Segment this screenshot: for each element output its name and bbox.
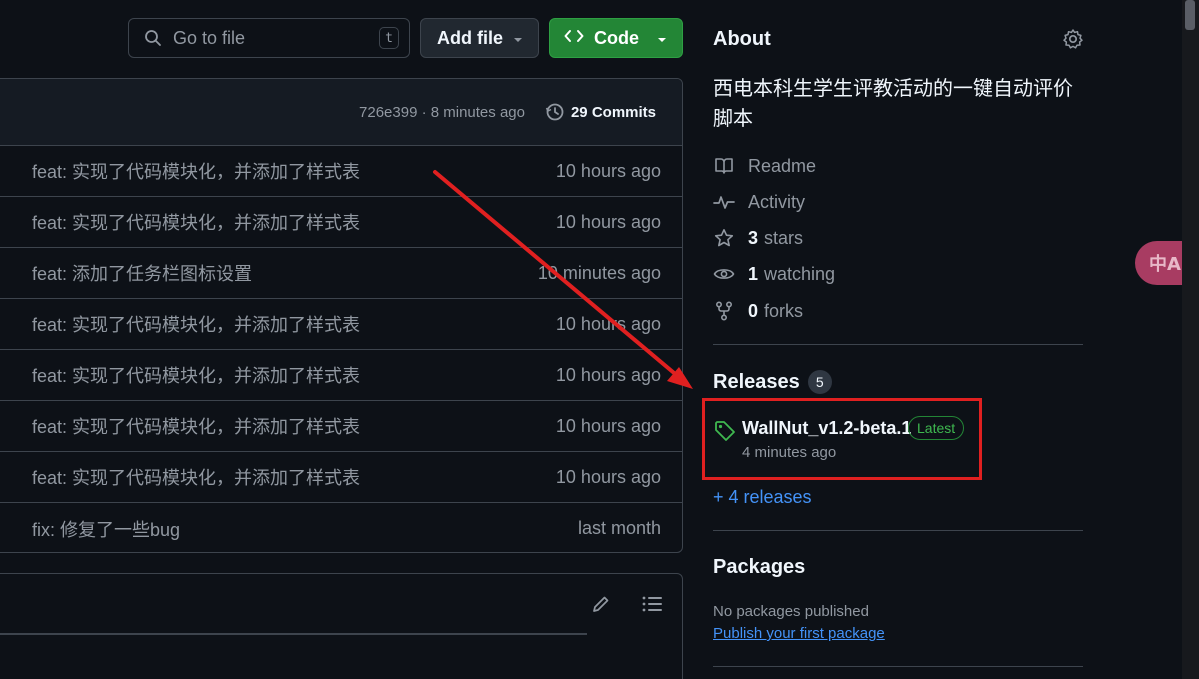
latest-release-time: 4 minutes ago xyxy=(742,444,837,461)
stars-label: stars xyxy=(764,227,804,248)
publish-package-link[interactable]: Publish your first package xyxy=(713,625,885,642)
search-shortcut-key: t xyxy=(379,27,399,49)
code-button[interactable]: Code xyxy=(549,18,683,58)
fork-icon xyxy=(713,300,735,322)
chevron-down-icon xyxy=(512,28,524,49)
packages-heading[interactable]: Packages xyxy=(713,556,805,579)
commit-time: 10 hours ago xyxy=(555,364,661,385)
commits-label: 29 Commits xyxy=(570,103,656,121)
commit-message-link[interactable]: feat: 实现了代码模块化，并添加了样式表 xyxy=(32,311,556,337)
file-row[interactable]: feat: 添加了任务栏图标设置 10 minutes ago xyxy=(0,248,682,299)
pencil-icon[interactable] xyxy=(591,594,611,619)
code-label: Code xyxy=(594,27,639,48)
commits-link[interactable]: 29 Commits xyxy=(545,102,656,122)
latest-commit-hash[interactable]: 726e399 · 8 minutes ago xyxy=(359,104,525,121)
gear-icon[interactable] xyxy=(1062,28,1084,55)
eye-icon xyxy=(713,263,735,285)
latest-release-link[interactable]: WallNut_v1.2-beta.1 xyxy=(742,418,911,439)
commit-message-link[interactable]: fix: 修复了一些bug xyxy=(32,516,578,542)
repo-description: 西电本科生学生评教活动的一键自动评价脚本 xyxy=(713,78,1073,130)
commit-time: 10 hours ago xyxy=(555,160,661,181)
commit-time: 10 hours ago xyxy=(555,211,661,232)
file-row[interactable]: feat: 实现了代码模块化，并添加了样式表 10 hours ago xyxy=(0,452,682,503)
commit-message-link[interactable]: feat: 实现了代码模块化，并添加了样式表 xyxy=(32,413,556,439)
table-of-contents-icon[interactable] xyxy=(641,594,663,619)
watching-label: watching xyxy=(764,263,836,284)
commit-message-link[interactable]: feat: 实现了代码模块化，并添加了样式表 xyxy=(32,158,556,184)
file-row[interactable]: feat: 实现了代码模块化，并添加了样式表 10 hours ago xyxy=(0,299,682,350)
commit-message-link[interactable]: feat: 实现了代码模块化，并添加了样式表 xyxy=(32,464,556,490)
go-to-file-search[interactable]: Go to file t xyxy=(128,18,410,58)
tag-icon xyxy=(714,420,736,447)
file-row[interactable]: feat: 实现了代码模块化，并添加了样式表 10 hours ago xyxy=(0,401,682,452)
code-icon xyxy=(564,28,584,49)
releases-title: Releases xyxy=(713,370,800,393)
readme-link[interactable]: Readme xyxy=(713,155,816,177)
forks-label: forks xyxy=(764,300,804,321)
commit-message-link[interactable]: feat: 实现了代码模块化，并添加了样式表 xyxy=(32,209,556,235)
scrollbar-track[interactable] xyxy=(1182,0,1199,679)
more-releases-link[interactable]: + 4 releases xyxy=(713,487,812,508)
book-icon xyxy=(713,155,735,177)
packages-empty-text: No packages published xyxy=(713,603,869,620)
add-file-label: Add file xyxy=(437,27,503,48)
releases-count-badge: 5 xyxy=(807,370,832,394)
file-list: 726e399 · 8 minutes ago 29 Commits feat:… xyxy=(0,78,683,553)
readme-panel xyxy=(0,573,683,679)
activity-link[interactable]: Activity xyxy=(713,191,805,213)
watching-link[interactable]: 1 watching xyxy=(713,263,835,285)
latest-badge: Latest xyxy=(908,416,965,440)
commit-time: 10 hours ago xyxy=(555,415,661,436)
history-icon xyxy=(545,103,564,121)
stars-count: 3 xyxy=(748,227,759,248)
stars-link[interactable]: 3 stars xyxy=(713,227,803,249)
commit-time: last month xyxy=(577,518,661,538)
latest-commit-bar: 726e399 · 8 minutes ago 29 Commits xyxy=(0,79,682,146)
add-file-button[interactable]: Add file xyxy=(420,18,539,58)
watching-count: 1 xyxy=(748,263,759,284)
readme-tab-underline xyxy=(0,633,587,635)
file-row[interactable]: feat: 实现了代码模块化，并添加了样式表 10 hours ago xyxy=(0,197,682,248)
commit-message-link[interactable]: feat: 实现了代码模块化，并添加了样式表 xyxy=(32,362,556,388)
about-heading: About xyxy=(713,28,771,50)
forks-count: 0 xyxy=(748,300,759,321)
file-row[interactable]: feat: 实现了代码模块化，并添加了样式表 10 hours ago xyxy=(0,350,682,401)
divider xyxy=(713,530,1083,531)
readme-label: Readme xyxy=(748,155,817,176)
releases-heading[interactable]: Releases 5 xyxy=(713,370,832,394)
search-icon xyxy=(143,28,163,48)
chevron-down-icon xyxy=(656,28,668,49)
star-icon xyxy=(713,227,735,249)
activity-label: Activity xyxy=(748,191,806,212)
search-placeholder: Go to file xyxy=(173,27,246,48)
file-row[interactable]: fix: 修复了一些bug last month xyxy=(0,503,682,552)
commit-time: 10 hours ago xyxy=(555,466,661,487)
divider xyxy=(713,666,1083,667)
commit-time: 10 minutes ago xyxy=(537,262,661,283)
pulse-icon xyxy=(713,191,735,213)
commit-message-link[interactable]: feat: 添加了任务栏图标设置 xyxy=(32,260,538,286)
scrollbar-thumb[interactable] xyxy=(1185,0,1195,30)
forks-link[interactable]: 0 forks xyxy=(713,300,803,322)
file-row[interactable]: feat: 实现了代码模块化，并添加了样式表 10 hours ago xyxy=(0,146,682,197)
commit-time: 10 hours ago xyxy=(555,313,661,334)
divider xyxy=(713,344,1083,345)
